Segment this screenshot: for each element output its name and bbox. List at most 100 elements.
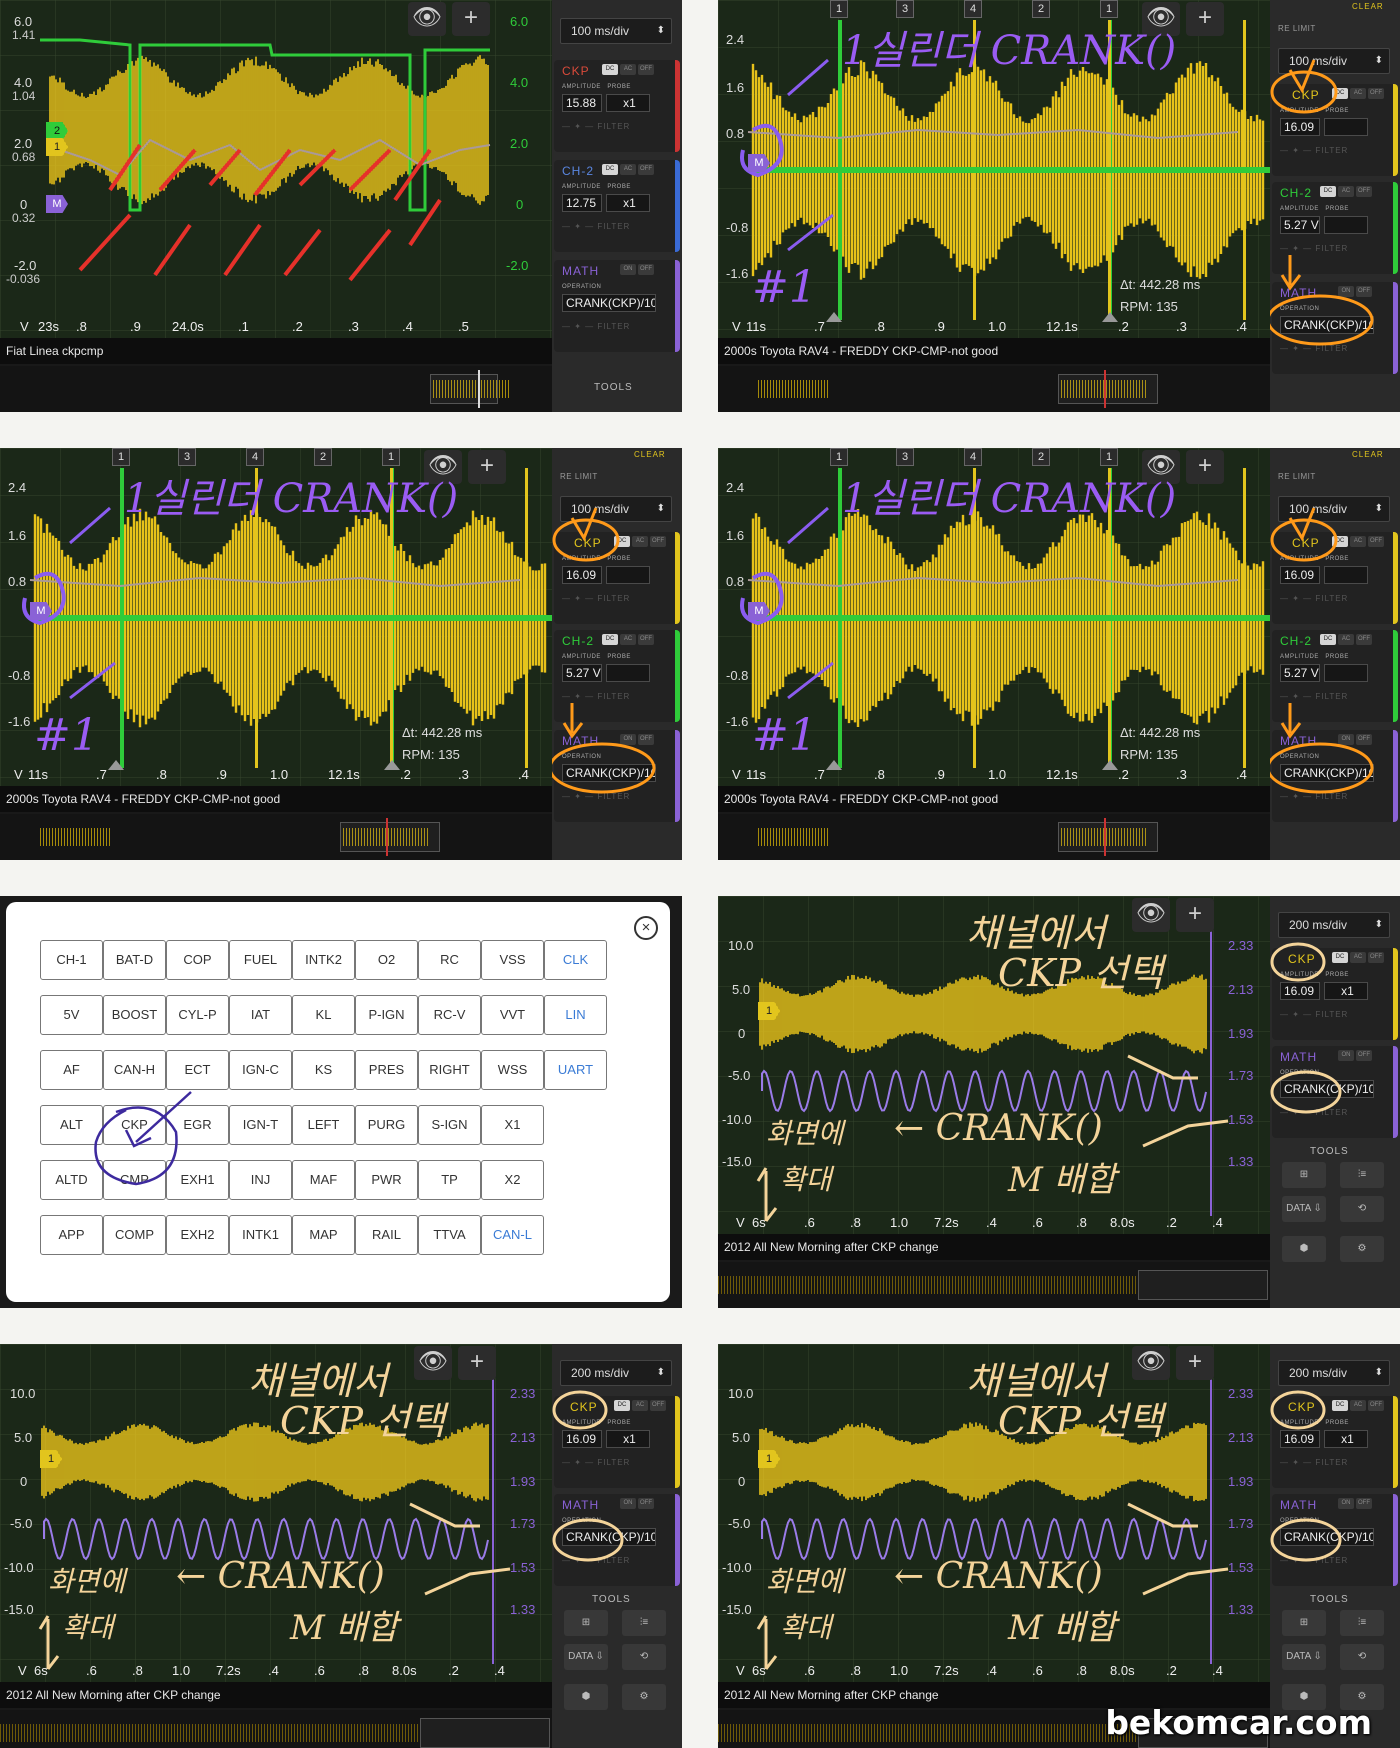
preset-wss[interactable]: WSS <box>481 1050 544 1090</box>
overview-strip[interactable] <box>718 366 1270 412</box>
operation-field[interactable]: CRANK(CKP)/10 <box>562 294 656 312</box>
preset-tp[interactable]: TP <box>418 1160 481 1200</box>
off-toggle[interactable]: OFF <box>638 264 654 275</box>
trigger-tab[interactable]: 1 <box>382 448 400 466</box>
preset-altd[interactable]: ALTD <box>40 1160 103 1200</box>
trigger-tab[interactable]: 1 <box>830 448 848 466</box>
preset-ch-1[interactable]: CH-1 <box>40 940 103 980</box>
channel-ckp[interactable]: CKP DC AC OFF AMPLITUDE PROBE 15.88 x1 — ✦… <box>554 60 680 152</box>
preset-vvt[interactable]: VVT <box>481 995 544 1035</box>
preset-iat[interactable]: IAT <box>229 995 292 1035</box>
overview-strip[interactable] <box>0 1710 552 1748</box>
overview-cursor[interactable] <box>1104 818 1106 856</box>
timebase-select[interactable]: 100 ms/div ⬍ <box>560 18 672 44</box>
add-icon[interactable]: + <box>1176 1346 1214 1380</box>
preset-kl[interactable]: KL <box>292 995 355 1035</box>
preset-left[interactable]: LEFT <box>292 1105 355 1145</box>
overview-window[interactable] <box>420 1718 550 1748</box>
probe-field[interactable]: x1 <box>606 194 650 212</box>
preset-af[interactable]: AF <box>40 1050 103 1090</box>
amplitude-field[interactable]: 15.88 <box>562 94 602 112</box>
overview-window[interactable] <box>340 822 440 852</box>
trigger-tab[interactable]: 1 <box>1100 0 1118 18</box>
eye-icon[interactable]: 👁 <box>1132 1346 1170 1380</box>
preset-maf[interactable]: MAF <box>292 1160 355 1200</box>
overview-strip[interactable] <box>0 814 552 860</box>
preset-intk1[interactable]: INTK1 <box>229 1215 292 1255</box>
preset-alt[interactable]: ALT <box>40 1105 103 1145</box>
off-toggle[interactable]: OFF <box>638 164 654 175</box>
add-icon[interactable]: + <box>1186 450 1224 484</box>
preset-s-ign[interactable]: S-IGN <box>418 1105 481 1145</box>
on-toggle[interactable]: ON <box>620 264 636 275</box>
preset-ect[interactable]: ECT <box>166 1050 229 1090</box>
add-icon[interactable]: + <box>1186 2 1224 36</box>
preset-p-ign[interactable]: P-IGN <box>355 995 418 1035</box>
preset-x2[interactable]: X2 <box>481 1160 544 1200</box>
preset-right[interactable]: RIGHT <box>418 1050 481 1090</box>
preset-intk2[interactable]: INTK2 <box>292 940 355 980</box>
amplitude-field[interactable]: 12.75 <box>562 194 602 212</box>
trigger-tab[interactable]: 1 <box>1100 448 1118 466</box>
preset-ckp[interactable]: CKP <box>103 1105 166 1145</box>
trigger-tab[interactable]: 2 <box>1032 0 1050 18</box>
preset-ttva[interactable]: TTVA <box>418 1215 481 1255</box>
overview-strip[interactable] <box>718 814 1270 860</box>
preset-bat-d[interactable]: BAT-D <box>103 940 166 980</box>
ac-toggle[interactable]: AC <box>620 164 636 175</box>
overview-strip[interactable] <box>718 1262 1270 1308</box>
close-icon[interactable]: × <box>634 916 658 940</box>
eye-icon[interactable]: 👁 <box>1132 898 1170 932</box>
dc-toggle[interactable]: DC <box>602 164 618 175</box>
trigger-tab[interactable]: 3 <box>896 448 914 466</box>
preset-cmp[interactable]: CMP <box>103 1160 166 1200</box>
preset-x1[interactable]: X1 <box>481 1105 544 1145</box>
preset-ks[interactable]: KS <box>292 1050 355 1090</box>
preset-can-h[interactable]: CAN-H <box>103 1050 166 1090</box>
trigger-tab[interactable]: 3 <box>178 448 196 466</box>
preset-map[interactable]: MAP <box>292 1215 355 1255</box>
overview-cursor[interactable] <box>1104 370 1106 408</box>
trigger-tab[interactable]: 3 <box>896 0 914 18</box>
add-icon[interactable]: + <box>1176 898 1214 932</box>
preset-cop[interactable]: COP <box>166 940 229 980</box>
channel-math[interactable]: MATH ON OFF OPERATION CRANK(CKP)/10 — ✦ —… <box>554 260 680 352</box>
preset-rc[interactable]: RC <box>418 940 481 980</box>
preset-egr[interactable]: EGR <box>166 1105 229 1145</box>
overview-window[interactable] <box>1138 1270 1268 1300</box>
trigger-tab[interactable]: 1 <box>112 448 130 466</box>
add-icon[interactable]: + <box>452 2 490 36</box>
overview-strip[interactable] <box>0 366 552 412</box>
preset-exh2[interactable]: EXH2 <box>166 1215 229 1255</box>
preset-lin[interactable]: LIN <box>544 995 607 1035</box>
probe-field[interactable]: x1 <box>606 94 650 112</box>
preset-can-l[interactable]: CAN-L <box>481 1215 544 1255</box>
preset-vss[interactable]: VSS <box>481 940 544 980</box>
channel-ch2[interactable]: CH-2 DC AC OFF AMPLITUDE PROBE 12.75 x1 — … <box>554 160 680 252</box>
trigger-tab[interactable]: 2 <box>314 448 332 466</box>
overview-window[interactable] <box>430 374 498 404</box>
preset-ign-c[interactable]: IGN-C <box>229 1050 292 1090</box>
add-icon[interactable]: + <box>468 450 506 484</box>
preset-pwr[interactable]: PWR <box>355 1160 418 1200</box>
preset-5v[interactable]: 5V <box>40 995 103 1035</box>
trigger-tab[interactable]: 1 <box>830 0 848 18</box>
preset-rail[interactable]: RAIL <box>355 1215 418 1255</box>
preset-rc-v[interactable]: RC-V <box>418 995 481 1035</box>
overview-cursor[interactable] <box>478 370 480 408</box>
add-icon[interactable]: + <box>458 1346 496 1380</box>
trigger-tab[interactable]: 4 <box>964 0 982 18</box>
preset-ign-t[interactable]: IGN-T <box>229 1105 292 1145</box>
preset-clk[interactable]: CLK <box>544 940 607 980</box>
preset-purg[interactable]: PURG <box>355 1105 418 1145</box>
preset-uart[interactable]: UART <box>544 1050 607 1090</box>
preset-exh1[interactable]: EXH1 <box>166 1160 229 1200</box>
overview-window[interactable] <box>1058 374 1158 404</box>
eye-icon[interactable]: 👁 <box>414 1346 452 1380</box>
overview-cursor[interactable] <box>386 818 388 856</box>
preset-comp[interactable]: COMP <box>103 1215 166 1255</box>
trigger-tab[interactable]: 4 <box>246 448 264 466</box>
dc-toggle[interactable]: DC <box>602 64 618 75</box>
preset-o2[interactable]: O2 <box>355 940 418 980</box>
preset-inj[interactable]: INJ <box>229 1160 292 1200</box>
